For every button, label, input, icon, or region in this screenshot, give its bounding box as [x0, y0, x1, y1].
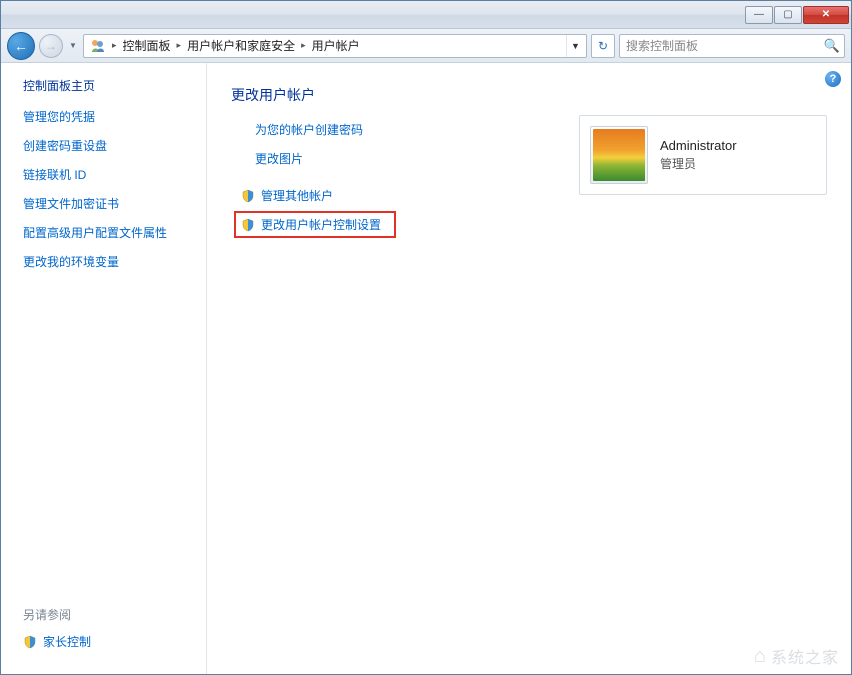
see-also-label: 另请参阅 — [23, 606, 188, 623]
nav-bar: ← → ▼ ▸ 控制面板 ▸ 用户帐户和家庭安全 ▸ 用户帐户 ▼ ↻ 🔍 — [1, 29, 851, 63]
account-card: Administrator 管理员 — [579, 115, 827, 195]
link-label: 更改图片 — [255, 150, 303, 167]
search-icon[interactable]: 🔍 — [824, 38, 840, 54]
breadcrumb-user-accounts[interactable]: 用户帐户 — [308, 37, 364, 54]
search-input[interactable] — [624, 38, 824, 54]
sidebar: 控制面板主页 管理您的凭据 创建密码重设盘 链接联机 ID 管理文件加密证书 配… — [1, 63, 207, 674]
refresh-icon: ↻ — [598, 39, 608, 53]
breadcrumb-separator[interactable]: ▸ — [299, 40, 308, 51]
sidebar-link-advanced-profile[interactable]: 配置高级用户配置文件属性 — [23, 224, 188, 241]
link-label: 更改用户帐户控制设置 — [261, 216, 381, 233]
breadcrumb-user-family-safety[interactable]: 用户帐户和家庭安全 — [183, 37, 299, 54]
refresh-button[interactable]: ↻ — [591, 34, 615, 58]
avatar — [590, 126, 648, 184]
maximize-button[interactable]: ▢ — [774, 6, 802, 24]
help-icon[interactable]: ? — [825, 71, 841, 87]
breadcrumb-separator[interactable]: ▸ — [110, 40, 119, 51]
search-box[interactable]: 🔍 — [619, 34, 845, 58]
breadcrumb-separator[interactable]: ▸ — [175, 40, 184, 51]
shield-icon — [23, 635, 37, 649]
link-label: 管理其他帐户 — [261, 187, 333, 204]
close-button[interactable]: ✕ — [803, 6, 849, 24]
link-change-uac-settings[interactable]: 更改用户帐户控制设置 — [237, 214, 393, 235]
watermark-logo-icon: ⌂ — [754, 645, 767, 668]
sidebar-link-credentials[interactable]: 管理您的凭据 — [23, 108, 188, 125]
address-bar[interactable]: ▸ 控制面板 ▸ 用户帐户和家庭安全 ▸ 用户帐户 ▼ — [83, 34, 587, 58]
sidebar-link-env-vars[interactable]: 更改我的环境变量 — [23, 253, 188, 270]
user-accounts-icon — [90, 38, 106, 54]
link-label: 为您的帐户创建密码 — [255, 121, 363, 138]
address-dropdown[interactable]: ▼ — [566, 35, 584, 57]
window-title-bar: — ▢ ✕ — [1, 1, 851, 29]
shield-icon — [241, 189, 255, 203]
watermark: ⌂ 系统之家 — [754, 644, 839, 668]
back-button[interactable]: ← — [7, 32, 35, 60]
sidebar-link-manage-encryption-certs[interactable]: 管理文件加密证书 — [23, 195, 188, 212]
avatar-image — [593, 129, 645, 181]
breadcrumb-control-panel[interactable]: 控制面板 — [119, 37, 175, 54]
main-panel: ? 更改用户帐户 为您的帐户创建密码 更改图片 管理其他帐户 — [207, 63, 851, 674]
shield-icon — [241, 218, 255, 232]
account-role: 管理员 — [660, 155, 737, 172]
sidebar-link-link-online-id[interactable]: 链接联机 ID — [23, 166, 188, 183]
content-area: 控制面板主页 管理您的凭据 创建密码重设盘 链接联机 ID 管理文件加密证书 配… — [1, 63, 851, 674]
forward-button: → — [39, 34, 63, 58]
sidebar-link-password-reset-disk[interactable]: 创建密码重设盘 — [23, 137, 188, 154]
sidebar-link-parental-controls[interactable]: 家长控制 — [23, 633, 188, 650]
account-name: Administrator — [660, 138, 737, 153]
minimize-button[interactable]: — — [745, 6, 773, 24]
watermark-text: 系统之家 — [771, 644, 839, 668]
page-heading: 更改用户帐户 — [231, 85, 827, 105]
sidebar-title[interactable]: 控制面板主页 — [23, 77, 188, 94]
sidebar-link-label: 家长控制 — [43, 633, 91, 650]
nav-history-dropdown[interactable]: ▼ — [67, 36, 79, 56]
